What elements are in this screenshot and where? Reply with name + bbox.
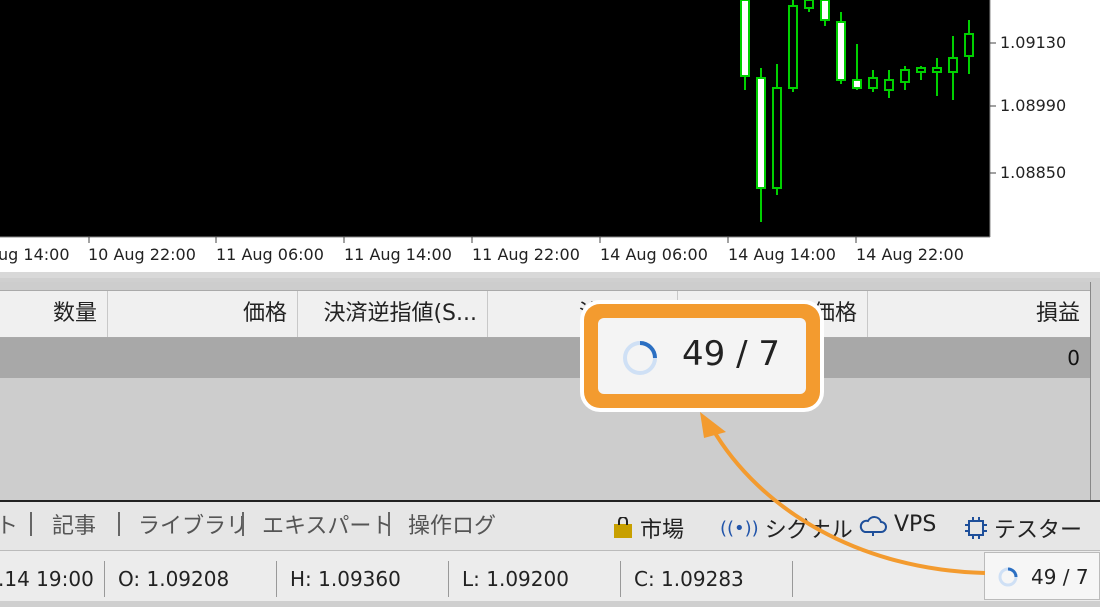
connection-callout: 49 / 7 [584,304,820,408]
callout-text: 49 / 7 [682,334,780,374]
callout-arrow [700,412,986,575]
callout-inner: 49 / 7 [598,318,806,394]
loading-spinner-icon [623,341,657,375]
